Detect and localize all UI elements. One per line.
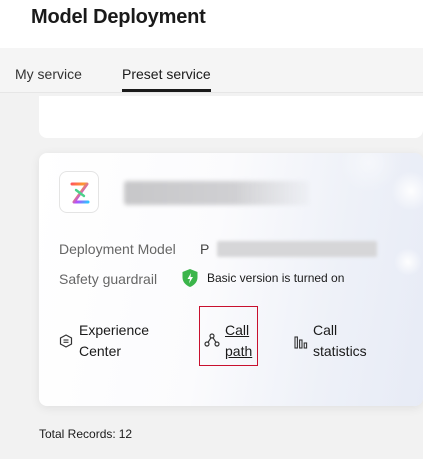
deployment-model-label: Deployment Model [59, 241, 176, 257]
bar-chart-icon [294, 336, 308, 349]
tab-bar: My service Preset service [0, 48, 423, 93]
safety-guardrail-label: Safety guardrail [59, 271, 158, 287]
experience-center-label: Experience Center [79, 322, 150, 359]
tab-my-service[interactable]: My service [15, 66, 82, 82]
call-path-button[interactable]: Call path [199, 306, 258, 366]
call-path-label: Call path [225, 322, 253, 359]
service-name-redacted [124, 181, 309, 205]
decorative-glow [394, 248, 422, 276]
active-tab-indicator [122, 89, 211, 92]
brand-logo-icon [70, 182, 90, 204]
safety-guardrail-value: Basic version is turned on [207, 271, 345, 285]
deployment-model-redacted [217, 241, 377, 257]
experience-icon [59, 334, 73, 348]
deployment-model-value: P [200, 241, 210, 257]
page-title: Model Deployment [31, 6, 206, 28]
shield-check-icon [182, 269, 198, 287]
model-logo [59, 171, 99, 213]
call-statistics-button[interactable]: Call statistics [293, 320, 383, 364]
total-records: Total Records: 12 [39, 427, 132, 441]
experience-center-button[interactable]: Experience Center [57, 320, 157, 364]
call-statistics-label: Call statistics [313, 322, 367, 359]
tab-preset-service[interactable]: Preset service [122, 66, 211, 82]
call-path-icon [204, 333, 220, 347]
total-records-label: Total Records: [39, 427, 116, 441]
page-header: Model Deployment [0, 0, 423, 48]
total-records-count: 12 [118, 427, 133, 441]
decorative-glow [339, 153, 399, 193]
previous-service-card [39, 96, 423, 138]
service-card: Deployment Model P Safety guardrail Basi… [39, 153, 423, 406]
decorative-glow [391, 171, 423, 211]
